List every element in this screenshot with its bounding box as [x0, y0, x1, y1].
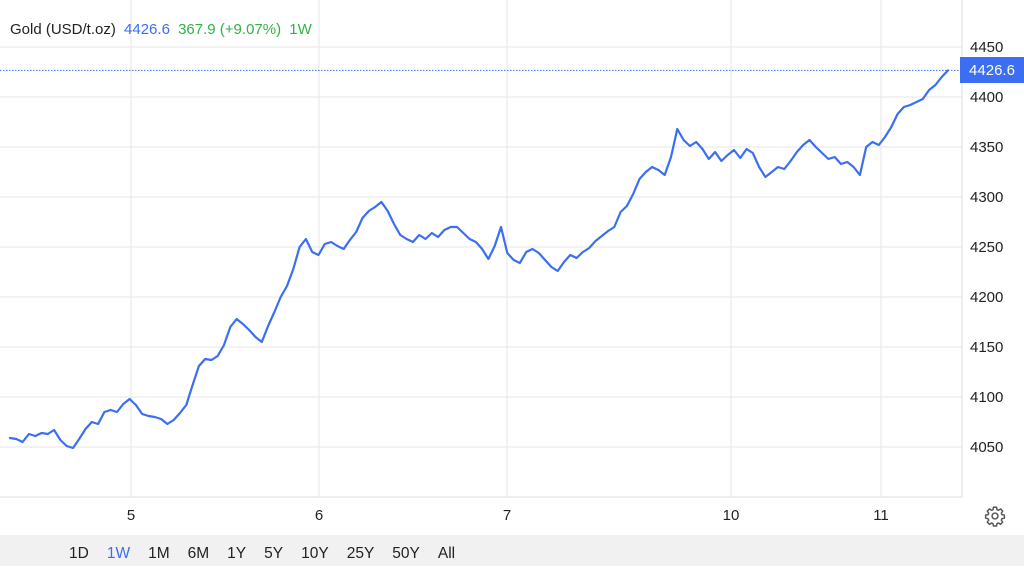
y-tick-label: 4350	[970, 139, 1003, 156]
price-change: 367.9 (+9.07%)	[178, 21, 282, 38]
y-tick-label: 4150	[970, 339, 1003, 356]
x-tick-label: 10	[723, 507, 740, 524]
chart-header: Gold (USD/t.oz) 4426.6 367.9 (+9.07%) 1W	[10, 21, 312, 38]
range-button-1w[interactable]: 1W	[98, 535, 139, 566]
y-tick-label: 4250	[970, 239, 1003, 256]
range-button-1y[interactable]: 1Y	[218, 535, 255, 566]
y-tick-label: 4200	[970, 289, 1003, 306]
range-button-all[interactable]: All	[429, 535, 464, 566]
series-line	[8, 69, 950, 450]
instrument-title: Gold (USD/t.oz)	[10, 21, 116, 38]
x-tick-label: 5	[127, 507, 135, 524]
range-button-1d[interactable]: 1D	[60, 535, 98, 566]
x-tick-label: 11	[873, 507, 889, 524]
range-button-5y[interactable]: 5Y	[255, 535, 292, 566]
range-toolbar: 1D 1W 1M 6M 1Y 5Y 10Y 25Y 50Y All	[0, 535, 1024, 566]
range-button-6m[interactable]: 6M	[179, 535, 219, 566]
range-button-50y[interactable]: 50Y	[383, 535, 429, 566]
price-chart: 4050 4100 4150 4200 4250 4300 4350 4400 4450 5 6 7 1…	[0, 0, 1003, 524]
last-price-tag: 4426.6	[960, 57, 1024, 84]
y-tick-label: 4400	[970, 89, 1003, 106]
period-label: 1W	[289, 21, 312, 38]
x-tick-label: 6	[315, 507, 323, 524]
y-tick-label: 4100	[970, 389, 1003, 406]
gear-icon[interactable]	[984, 505, 1006, 527]
y-tick-label: 4050	[970, 439, 1003, 456]
range-button-1m[interactable]: 1M	[139, 535, 179, 566]
range-button-10y[interactable]: 10Y	[292, 535, 338, 566]
x-tick-label: 7	[503, 507, 511, 524]
y-tick-label: 4300	[970, 189, 1003, 206]
range-button-25y[interactable]: 25Y	[338, 535, 384, 566]
range-button-group: 1D 1W 1M 6M 1Y 5Y 10Y 25Y 50Y All	[60, 535, 464, 566]
y-tick-label: 4450	[970, 39, 1003, 56]
current-price: 4426.6	[124, 21, 170, 38]
chart-area: 4050 4100 4150 4200 4250 4300 4350 4400 4450 5 6 7 1…	[0, 0, 1024, 535]
